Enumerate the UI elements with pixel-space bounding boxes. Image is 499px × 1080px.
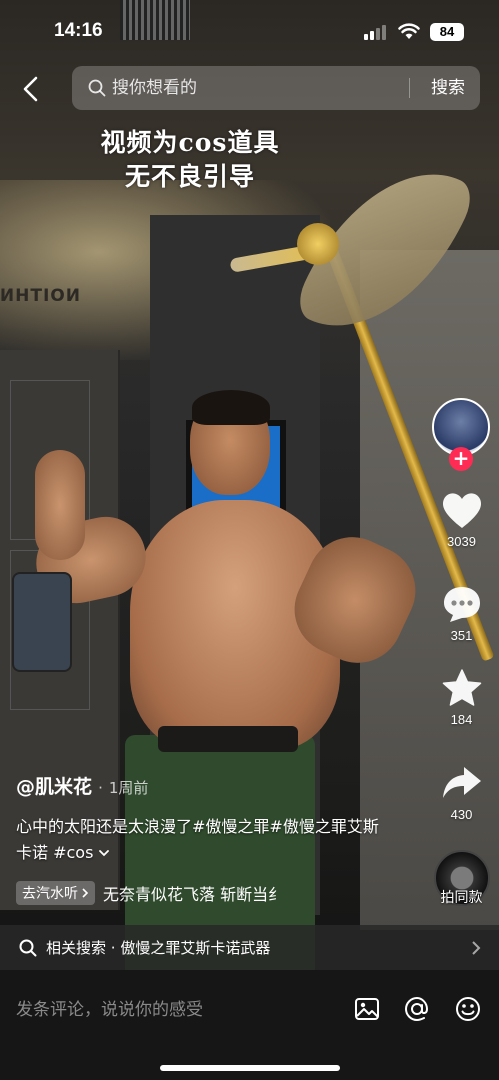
follow-button[interactable]: + [449,447,473,471]
axe-hub [297,223,339,265]
chevron-right-icon [472,941,481,955]
comment-bar: 发条评论，说说你的感受 [0,970,499,1080]
like-button[interactable]: 3039 [424,490,499,549]
use-sound-button[interactable]: 拍同款 [424,887,499,907]
wifi-icon [398,23,420,39]
share-count: 430 [450,807,473,822]
author-name[interactable]: @肌米花 [16,776,92,798]
chevron-right-icon [82,888,89,898]
status-bar: 14:16 84 [0,0,499,64]
related-search-separator: · [110,939,116,957]
author-line: @肌米花 · 1周前 [16,772,148,799]
video-caption-line1: 视频为cos道具 [100,128,280,157]
star-icon [442,669,481,706]
person-belt [158,726,298,752]
at-mention-icon[interactable] [402,994,432,1024]
video-caption-line2: 无不良引导 [124,162,255,191]
related-search-label: 相关搜索 [46,939,107,957]
post-time: 1周前 [108,779,149,797]
chevron-down-icon [98,850,109,857]
status-time: 14:16 [54,20,103,41]
related-search-text: 相关搜索 · 傲慢之罪艾斯卡诺武器 [46,925,270,971]
search-icon [19,939,37,957]
search-bar[interactable]: 搜索 [72,66,480,110]
music-tag[interactable]: 去汽水听 [16,881,95,905]
favorite-button[interactable]: 184 [424,668,499,727]
search-input[interactable] [112,66,402,110]
heart-icon [442,493,481,528]
music-title: 无奈青似花飞落 斩断当纟 [103,885,285,904]
comment-bubble-icon [443,587,480,622]
person-hair [192,390,270,425]
video-caption: 视频为cos道具 无不良引导 [70,126,310,194]
post-separator: · [98,779,103,797]
favorite-count: 184 [450,712,473,727]
phone-on-tripod [12,572,72,672]
battery-indicator: 84 [430,23,464,41]
home-indicator[interactable] [160,1065,340,1071]
share-button[interactable]: 430 [424,763,499,822]
search-divider [409,78,410,98]
image-icon[interactable] [352,994,382,1024]
comment-input[interactable]: 发条评论，说说你的感受 [16,990,316,1030]
person-forearm-left [35,450,85,560]
description-text: 心中的太阳还是太浪漫了#傲慢之罪#傲慢之罪艾斯卡诺 #cos [16,817,379,862]
music-tag-label: 去汽水听 [22,886,78,902]
search-icon [88,79,106,97]
related-search-query: 傲慢之罪艾斯卡诺武器 [120,939,271,957]
comment-button[interactable]: 351 [424,584,499,643]
related-search-bar[interactable]: 相关搜索 · 傲慢之罪艾斯卡诺武器 [0,925,499,971]
like-count: 3039 [447,534,476,549]
post-description[interactable]: 心中的太阳还是太浪漫了#傲慢之罪#傲慢之罪艾斯卡诺 #cos [16,814,394,866]
back-button[interactable] [18,74,46,104]
comment-count: 351 [450,628,473,643]
signal-icon [364,24,386,40]
share-arrow-icon [442,767,481,798]
music-row[interactable]: 去汽水听 无奈青似花飞落 斩断当纟 [16,879,313,907]
wall-sign: NOITHNI [0,286,80,306]
search-button[interactable]: 搜索 [422,66,474,110]
emoji-icon[interactable] [453,994,483,1024]
